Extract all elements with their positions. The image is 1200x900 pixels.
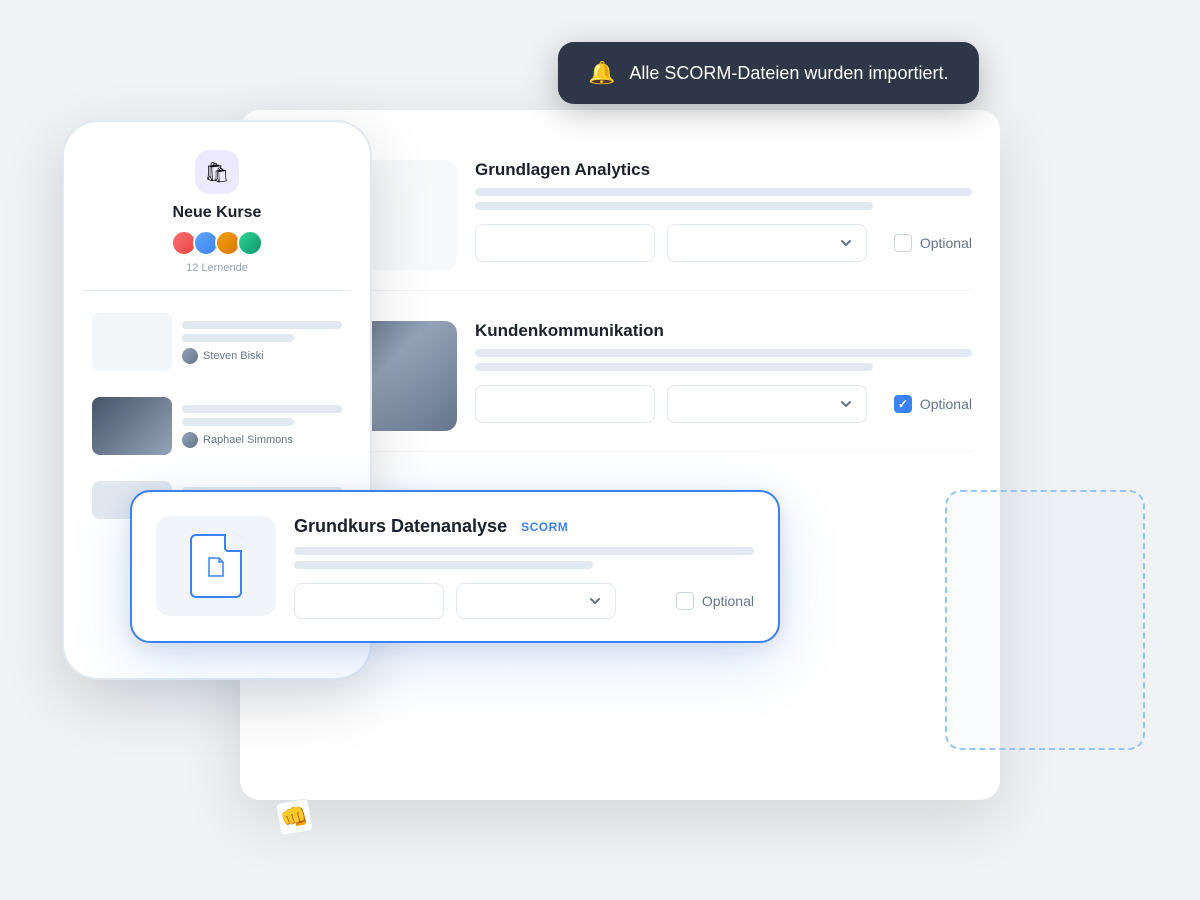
author-avatar — [182, 348, 198, 364]
phone-course-bar — [182, 321, 342, 329]
phone-author-row: Steven Biski — [182, 348, 342, 364]
course-bar — [475, 363, 873, 371]
phone-course-info: Raphael Simmons — [182, 405, 342, 448]
learner-count: 12 Lernende — [186, 262, 248, 274]
phone-course-bar — [182, 334, 294, 342]
phone-avatars — [171, 230, 263, 256]
optional-checkbox[interactable] — [894, 234, 912, 252]
optional-label: Optional — [920, 396, 972, 412]
chevron-down-icon — [587, 593, 603, 609]
phone-course-bar — [182, 418, 294, 426]
card-optional-group[interactable]: Optional — [676, 592, 754, 610]
shopping-bag-icon: 🛍 — [204, 160, 229, 185]
course-controls: Optional — [475, 385, 972, 423]
phone-title: Neue Kurse — [173, 204, 262, 222]
drop-zone — [945, 490, 1145, 750]
card-input-field[interactable] — [294, 583, 444, 619]
card-bar — [294, 561, 593, 569]
card-content: Grundkurs Datenanalyse SCORM Optional — [294, 516, 754, 619]
course-bar — [475, 349, 972, 357]
svg-text:👊: 👊 — [279, 803, 310, 832]
optional-checkbox[interactable] — [894, 395, 912, 413]
draggable-course-card[interactable]: Grundkurs Datenanalyse SCORM Optional — [130, 490, 780, 643]
phone-course-item: Steven Biski — [84, 305, 350, 379]
card-title: Grundkurs Datenanalyse — [294, 516, 507, 537]
phone-course-thumbnail — [92, 313, 172, 371]
phone-author-row: Raphael Simmons — [182, 432, 342, 448]
scorm-doc-icon — [190, 534, 242, 598]
optional-checkbox-group[interactable]: Optional — [894, 234, 972, 252]
card-bar — [294, 547, 754, 555]
scorm-badge: SCORM — [521, 520, 568, 534]
author-avatar — [182, 432, 198, 448]
course-input-field[interactable] — [475, 224, 655, 262]
card-controls: Optional — [294, 583, 754, 619]
phone-course-item: Raphael Simmons — [84, 389, 350, 463]
optional-label: Optional — [920, 235, 972, 251]
course-dropdown[interactable] — [667, 385, 867, 423]
optional-checkbox-group[interactable]: Optional — [894, 395, 972, 413]
drag-cursor-icon: 👊 — [274, 796, 317, 845]
notification-message: Alle SCORM-Dateien wurden importiert. — [629, 63, 948, 84]
notification-toast: 🔔 Alle SCORM-Dateien wurden importiert. — [558, 42, 979, 104]
chevron-down-icon — [838, 396, 854, 412]
course-title: Grundlagen Analytics — [475, 160, 972, 180]
course-content: Grundlagen Analytics Optional — [475, 160, 972, 262]
course-row: Kundenkommunikation Optional — [268, 301, 972, 452]
phone-course-info: Steven Biski — [182, 321, 342, 364]
card-title-row: Grundkurs Datenanalyse SCORM — [294, 516, 754, 537]
scorm-thumbnail — [156, 516, 276, 616]
course-controls: Optional — [475, 224, 972, 262]
phone-course-thumbnail — [92, 397, 172, 455]
phone-app-icon: 🛍 — [195, 150, 239, 194]
card-optional-label: Optional — [702, 593, 754, 609]
author-name: Raphael Simmons — [203, 434, 293, 446]
bell-icon: 🔔 — [588, 60, 615, 86]
document-icon — [206, 554, 226, 578]
course-bar — [475, 202, 873, 210]
course-row: Grundlagen Analytics Optional — [268, 140, 972, 291]
author-name: Steven Biski — [203, 350, 264, 362]
course-content: Kundenkommunikation Optional — [475, 321, 972, 423]
course-bar — [475, 188, 972, 196]
avatar — [237, 230, 263, 256]
phone-header: 🛍 Neue Kurse 12 Lernende — [84, 150, 350, 291]
chevron-down-icon — [838, 235, 854, 251]
phone-course-bar — [182, 405, 342, 413]
card-optional-checkbox[interactable] — [676, 592, 694, 610]
course-input-field[interactable] — [475, 385, 655, 423]
course-title: Kundenkommunikation — [475, 321, 972, 341]
draggable-card-inner: Grundkurs Datenanalyse SCORM Optional — [156, 516, 754, 619]
course-dropdown[interactable] — [667, 224, 867, 262]
card-dropdown[interactable] — [456, 583, 616, 619]
